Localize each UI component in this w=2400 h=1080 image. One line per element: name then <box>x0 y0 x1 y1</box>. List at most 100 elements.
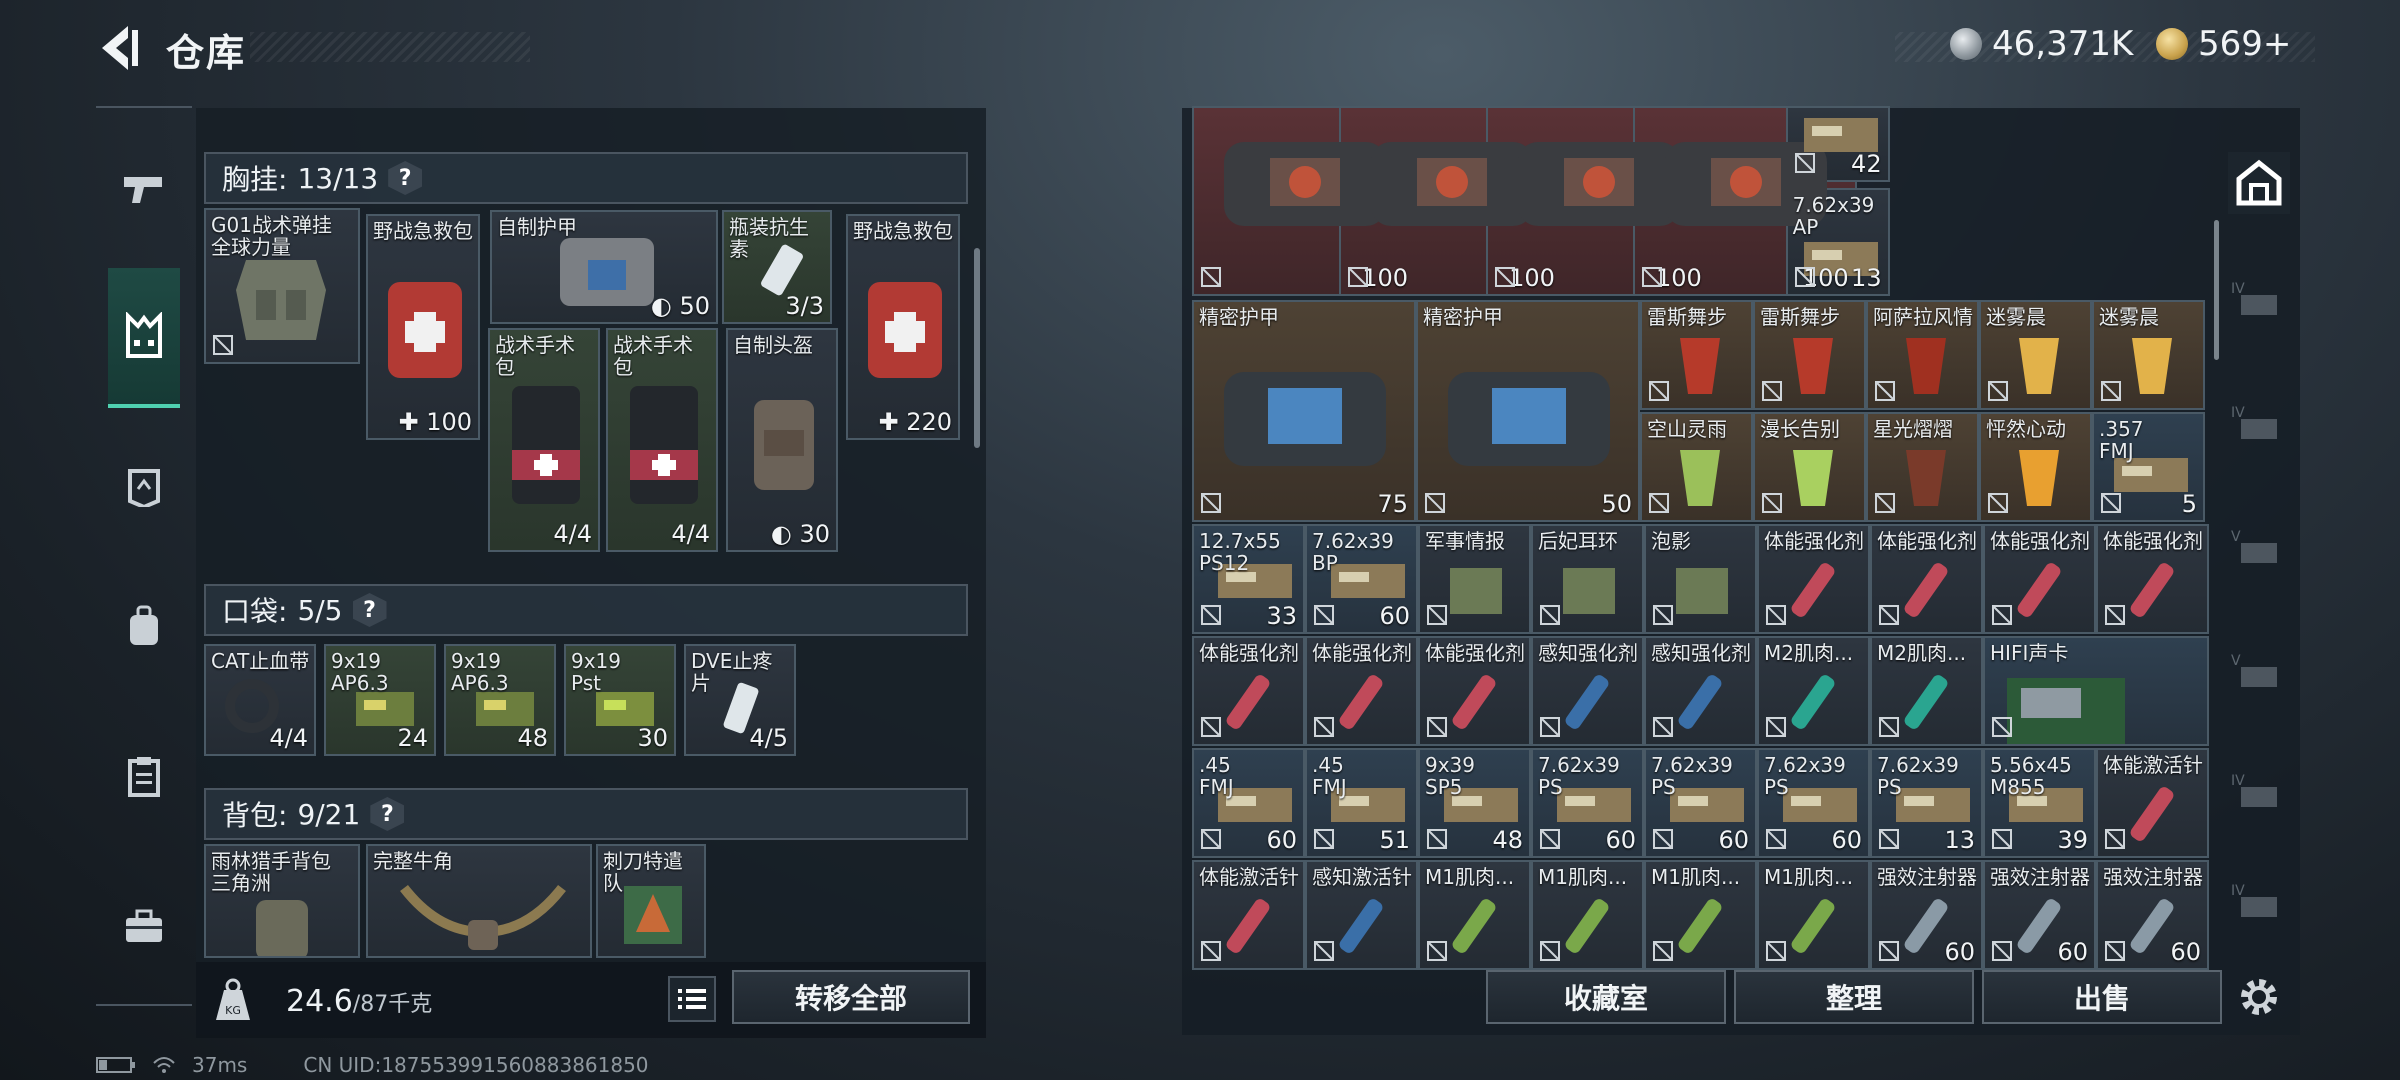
stash-item[interactable]: 感知强化剂 <box>1531 636 1644 746</box>
item-name: 感知强化剂 <box>1651 641 1751 665</box>
tourniquet-item[interactable]: CAT止血带 4/4 <box>204 644 316 756</box>
backpack-item[interactable]: 雨林猎手背包 三角洲 <box>204 844 360 958</box>
first-aid-kit-item[interactable]: 野战急救包 ✚ 100 <box>366 214 480 440</box>
stash-item[interactable]: 强效注射器 60 <box>1983 860 2096 970</box>
stash-drink-item[interactable]: 雷斯舞步 <box>1640 300 1753 410</box>
homemade-helmet-item[interactable]: 自制头盔 ◐ 30 <box>726 328 838 552</box>
stash-item[interactable]: 体能强化剂 <box>1418 636 1531 746</box>
stash-item[interactable]: 感知激活针 <box>1305 860 1418 970</box>
help-icon[interactable]: ? <box>352 593 387 627</box>
stash-item[interactable]: 军事情报 <box>1418 524 1531 634</box>
stash-item[interactable]: 9x39 SP5 48 <box>1418 748 1531 858</box>
surgery-kit-item[interactable]: 战术手术包 4/4 <box>606 328 718 552</box>
bayonet-team-item[interactable]: 刺刀特遣队 <box>596 844 706 958</box>
stash-item[interactable]: 强效注射器 60 <box>2096 860 2209 970</box>
horn-item[interactable]: 完整牛角 <box>366 844 592 958</box>
painkiller-item[interactable]: DVE止疼片 4/5 <box>684 644 796 756</box>
antibiotics-item[interactable]: 瓶装抗生素 3/3 <box>722 210 832 324</box>
settings-button[interactable] <box>2228 966 2290 1028</box>
stash-item[interactable]: .45 FMJ 51 <box>1305 748 1418 858</box>
tab-storage-4c[interactable]: IV <box>2228 760 2290 822</box>
stash-item[interactable]: 7.62x39 PS 13 <box>1870 748 1983 858</box>
stash-item[interactable]: 后妃耳环 <box>1531 524 1644 634</box>
nav-clipboard[interactable] <box>106 738 182 814</box>
item-art <box>1896 328 1956 408</box>
token-balance[interactable]: 569+ <box>2156 24 2291 64</box>
stash-item[interactable]: 体能强化剂 <box>1192 636 1305 746</box>
stash-item[interactable]: .45 FMJ 60 <box>1192 748 1305 858</box>
equipment-scrollbar[interactable] <box>974 248 980 448</box>
stash-item[interactable]: M1肌肉... <box>1757 860 1870 970</box>
first-aid-kit-item[interactable]: 野战急救包 ✚ 220 <box>846 214 960 440</box>
item-durability: ✚ 100 <box>398 408 472 436</box>
stash-item[interactable]: 体能强化剂 <box>1870 524 1983 634</box>
surgery-kit-item[interactable]: 战术手术包 4/4 <box>488 328 600 552</box>
transfer-all-button[interactable]: 转移全部 <box>732 970 970 1024</box>
stash-drink-item[interactable]: 迷雾晨 <box>1979 300 2092 410</box>
stash-item[interactable]: M1肌肉... <box>1531 860 1644 970</box>
stash-item[interactable]: 体能强化剂 <box>1757 524 1870 634</box>
nav-chest-rig[interactable] <box>108 268 180 408</box>
item-name: M1肌肉... <box>1764 865 1854 889</box>
sell-button[interactable]: 出售 <box>1982 970 2222 1024</box>
stash-item[interactable]: 7.62x39 PS 60 <box>1644 748 1757 858</box>
nav-weapons[interactable] <box>106 152 182 228</box>
tab-storage-4d[interactable]: IV <box>2228 870 2290 932</box>
stash-item[interactable]: 体能强化剂 <box>2096 524 2209 634</box>
stash-item[interactable]: 强效注射器 60 <box>1870 860 1983 970</box>
stash-drink-item[interactable]: 空山灵雨 <box>1640 412 1753 522</box>
stash-drink-item[interactable]: 漫长告别 <box>1753 412 1866 522</box>
stash-armor-item[interactable]: 精密护甲 50 <box>1416 300 1640 522</box>
stash-item[interactable]: 感知强化剂 <box>1644 636 1757 746</box>
back-arrow-icon[interactable] <box>98 24 142 72</box>
item-count: 75 <box>1377 490 1408 518</box>
stash-item[interactable]: 12.7x55 PS12 33 <box>1192 524 1305 634</box>
stash-drink-item[interactable]: 星光熠熠 <box>1866 412 1979 522</box>
no-trade-icon <box>1988 493 2008 513</box>
stash-item[interactable]: 体能激活针 <box>1192 860 1305 970</box>
stash-item[interactable]: 体能强化剂 <box>1305 636 1418 746</box>
no-trade-icon <box>1201 829 1221 849</box>
stash-item[interactable]: HIFI声卡 <box>1983 636 2209 746</box>
stash-item[interactable]: 7.62x39 PS 60 <box>1757 748 1870 858</box>
homemade-armor-item[interactable]: 自制护甲 ◐ 50 <box>490 210 718 324</box>
tab-storage-5b[interactable]: V <box>2228 640 2290 702</box>
armor-art-icon <box>560 238 654 306</box>
clipboard-icon <box>128 757 160 797</box>
help-icon[interactable]: ? <box>388 161 423 195</box>
stash-item[interactable]: 7.62x39 BP 60 <box>1305 524 1418 634</box>
nav-armor[interactable] <box>106 448 182 524</box>
ammo-item[interactable]: 9x19 Pst 30 <box>564 644 676 756</box>
chest-rig-item[interactable]: G01战术弹挂 全球力量 <box>204 208 360 364</box>
collection-room-button[interactable]: 收藏室 <box>1486 970 1726 1024</box>
nav-case[interactable] <box>106 888 182 964</box>
tab-storage-5[interactable]: V <box>2228 516 2290 578</box>
ammo-item[interactable]: 9x19 AP6.3 24 <box>324 644 436 756</box>
tab-storage-4b[interactable]: IV <box>2228 392 2290 454</box>
stash-drink-item[interactable]: 迷雾晨 <box>2092 300 2205 410</box>
nav-backpack[interactable] <box>106 588 182 664</box>
stash-item[interactable]: M1肌肉... <box>1644 860 1757 970</box>
stash-ammo-item[interactable]: .357 FMJ 5 <box>2092 412 2205 522</box>
stash-item[interactable]: M2肌肉... <box>1757 636 1870 746</box>
tab-storage-4[interactable]: IV <box>2228 268 2290 330</box>
stash-item[interactable]: M2肌肉... <box>1870 636 1983 746</box>
stash-drink-item[interactable]: 怦然心动 <box>1979 412 2092 522</box>
stash-drink-item[interactable]: 阿萨拉风情 <box>1866 300 1979 410</box>
stash-item[interactable]: 7.62x39 PS 60 <box>1531 748 1644 858</box>
stash-item[interactable]: 泡影 <box>1644 524 1757 634</box>
organize-button[interactable]: 整理 <box>1734 970 1974 1024</box>
stash-tabs: IV IV V V IV IV <box>2218 108 2298 1035</box>
coin-balance[interactable]: 46,371K <box>1950 24 2133 64</box>
stash-item[interactable]: 体能激活针 <box>2096 748 2209 858</box>
stash-item[interactable]: M1肌肉... <box>1418 860 1531 970</box>
stash-item[interactable]: 5.56x45 M855 39 <box>1983 748 2096 858</box>
stash-item[interactable]: 体能强化剂 <box>1983 524 2096 634</box>
tab-stash[interactable] <box>2228 152 2290 214</box>
chest-rig-count: 13/13 <box>297 161 379 195</box>
help-icon[interactable]: ? <box>370 797 405 831</box>
ammo-item[interactable]: 9x19 AP6.3 48 <box>444 644 556 756</box>
list-view-button[interactable] <box>668 976 716 1022</box>
stash-armor-item[interactable]: 精密护甲 75 <box>1192 300 1416 522</box>
stash-drink-item[interactable]: 雷斯舞步 <box>1753 300 1866 410</box>
